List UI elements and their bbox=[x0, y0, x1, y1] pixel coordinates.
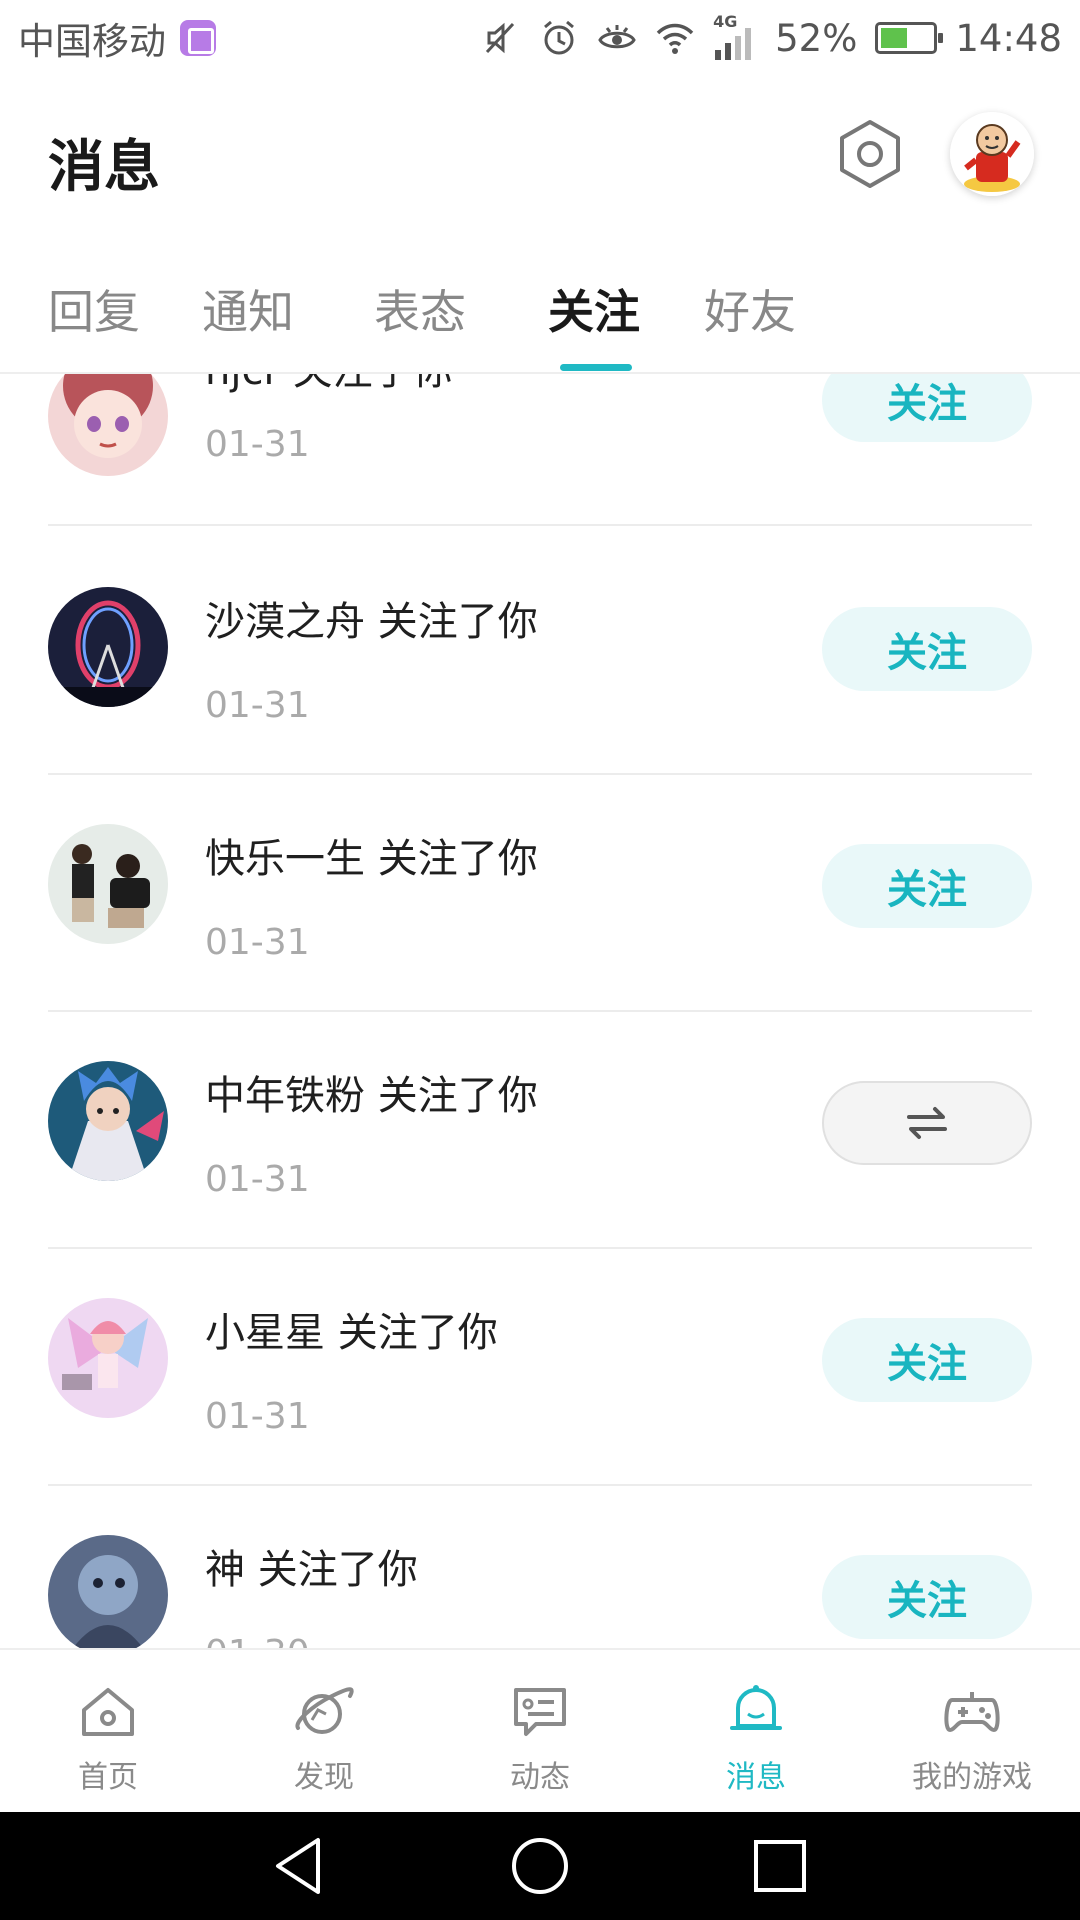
tab-replies[interactable]: 回复 bbox=[48, 276, 140, 342]
carrier-group: 中国移动 bbox=[18, 11, 216, 65]
eye-care-icon bbox=[598, 25, 636, 49]
follow-date: 01-30 bbox=[205, 1633, 310, 1648]
avatar-image bbox=[48, 824, 168, 944]
user-avatar-kuaileyisheng[interactable] bbox=[48, 824, 168, 944]
carrier-name: 中国移动 bbox=[18, 20, 166, 63]
follow-message: hjcr 关注了你 bbox=[205, 374, 453, 396]
follow-button[interactable]: 关注 bbox=[822, 844, 1032, 928]
nav-messages[interactable]: 消息 bbox=[648, 1650, 864, 1814]
user-avatar[interactable] bbox=[950, 112, 1034, 196]
row-divider bbox=[48, 773, 1032, 775]
row-divider bbox=[48, 1484, 1032, 1486]
battery-fill bbox=[881, 28, 908, 48]
cellular-signal: 4G bbox=[713, 12, 757, 60]
status-icons: 4G 52% 14:48 bbox=[481, 12, 1062, 60]
user-avatar-hjcr[interactable] bbox=[48, 374, 168, 476]
follow-message: 沙漠之舟 关注了你 bbox=[205, 599, 538, 645]
list-item[interactable]: 快乐一生 关注了你 01-31 关注 bbox=[0, 824, 1080, 1061]
battery-percent: 52% bbox=[775, 16, 858, 60]
follow-date: 01-31 bbox=[205, 424, 310, 465]
avatar-image bbox=[48, 587, 168, 707]
avatar-image bbox=[950, 112, 1034, 196]
follow-button[interactable]: 关注 bbox=[822, 1555, 1032, 1639]
signal-bars-icon bbox=[715, 28, 752, 60]
user-avatar-shamozhizhou[interactable] bbox=[48, 587, 168, 707]
home-icon bbox=[82, 1688, 134, 1736]
follow-message: 神 关注了你 bbox=[205, 1547, 418, 1593]
follow-date: 01-31 bbox=[205, 922, 310, 963]
user-avatar-xiaoxingxing[interactable] bbox=[48, 1298, 168, 1418]
row-divider bbox=[48, 524, 1032, 526]
battery-icon bbox=[875, 22, 944, 54]
system-nav-bar bbox=[0, 1812, 1080, 1920]
follow-message: 中年铁粉 关注了你 bbox=[205, 1073, 538, 1119]
nav-label: 动态 bbox=[510, 1760, 570, 1795]
nav-discover[interactable]: 发现 bbox=[216, 1650, 432, 1814]
tab-reactions[interactable]: 表态 bbox=[374, 276, 466, 342]
tab-friends[interactable]: 好友 bbox=[704, 276, 796, 342]
follow-list: hjcr 关注了你 01-31 关注 沙漠之舟 关注了你 01-31 关注 bbox=[0, 374, 1080, 1648]
planet-icon bbox=[295, 1687, 354, 1734]
avatar-image bbox=[48, 1061, 168, 1181]
recents-icon[interactable] bbox=[748, 1834, 812, 1898]
row-divider bbox=[48, 1247, 1032, 1249]
user-avatar-shen[interactable] bbox=[48, 1535, 168, 1648]
nav-feed[interactable]: 动态 bbox=[432, 1650, 648, 1814]
back-icon[interactable] bbox=[268, 1834, 332, 1898]
follow-date: 01-31 bbox=[205, 1396, 310, 1437]
list-item[interactable]: 中年铁粉 关注了你 01-31 bbox=[0, 1061, 1080, 1298]
avatar-image bbox=[48, 1535, 168, 1648]
follow-message: 快乐一生 关注了你 bbox=[205, 836, 538, 882]
follow-date: 01-31 bbox=[205, 685, 310, 726]
clock: 14:48 bbox=[955, 16, 1062, 60]
nav-label: 发现 bbox=[294, 1760, 354, 1795]
list-item[interactable]: hjcr 关注了你 01-31 关注 bbox=[0, 374, 1080, 599]
nav-label: 消息 bbox=[726, 1760, 786, 1795]
follow-button[interactable]: 关注 bbox=[822, 374, 1032, 442]
chat-card-icon bbox=[514, 1688, 566, 1736]
list-item[interactable]: 沙漠之舟 关注了你 01-31 关注 bbox=[0, 587, 1080, 824]
nav-home[interactable]: 首页 bbox=[0, 1650, 216, 1814]
follow-date: 01-31 bbox=[205, 1159, 310, 1200]
follow-message: 小星星 关注了你 bbox=[205, 1310, 498, 1356]
list-item[interactable]: 神 关注了你 01-30 关注 bbox=[0, 1535, 1080, 1648]
tab-notifications[interactable]: 通知 bbox=[202, 276, 294, 342]
gamepad-icon bbox=[944, 1692, 1000, 1732]
row-divider bbox=[48, 1010, 1032, 1012]
mutual-follow-icon bbox=[907, 1107, 947, 1139]
nav-label: 首页 bbox=[78, 1760, 138, 1795]
mute-icon bbox=[486, 22, 515, 54]
tab-follows[interactable]: 关注 bbox=[548, 276, 640, 342]
page-title: 消息 bbox=[48, 135, 160, 200]
status-bar: 中国移动 4G 52% 14:48 bbox=[0, 0, 1080, 76]
avatar-image bbox=[48, 374, 168, 476]
bell-icon bbox=[730, 1685, 782, 1730]
follow-button[interactable]: 关注 bbox=[822, 607, 1032, 691]
bottom-nav: 首页 发现 动态 消息 我的游戏 bbox=[0, 1648, 1080, 1812]
message-tabs: 回复 通知 表态 关注 好友 bbox=[0, 246, 1080, 374]
gallery-notification-icon bbox=[180, 20, 216, 56]
mutual-follow-button[interactable] bbox=[822, 1081, 1032, 1165]
follow-button[interactable]: 关注 bbox=[822, 1318, 1032, 1402]
user-avatar-zhongniantiefen[interactable] bbox=[48, 1061, 168, 1181]
list-item[interactable]: 小星星 关注了你 01-31 关注 bbox=[0, 1298, 1080, 1535]
nav-my-games[interactable]: 我的游戏 bbox=[864, 1650, 1080, 1814]
nav-label: 我的游戏 bbox=[912, 1760, 1032, 1795]
messages-screen: 中国移动 4G 52% 14:48 消息 回复 通知 表态 关注 好友 01-3… bbox=[0, 0, 1080, 1920]
home-circle-icon[interactable] bbox=[508, 1834, 572, 1898]
avatar-image bbox=[48, 1298, 168, 1418]
wifi-icon bbox=[656, 23, 694, 54]
header: 消息 bbox=[0, 76, 1080, 246]
settings-icon[interactable] bbox=[832, 116, 908, 192]
alarm-icon bbox=[544, 20, 575, 55]
active-tab-indicator bbox=[560, 364, 632, 371]
